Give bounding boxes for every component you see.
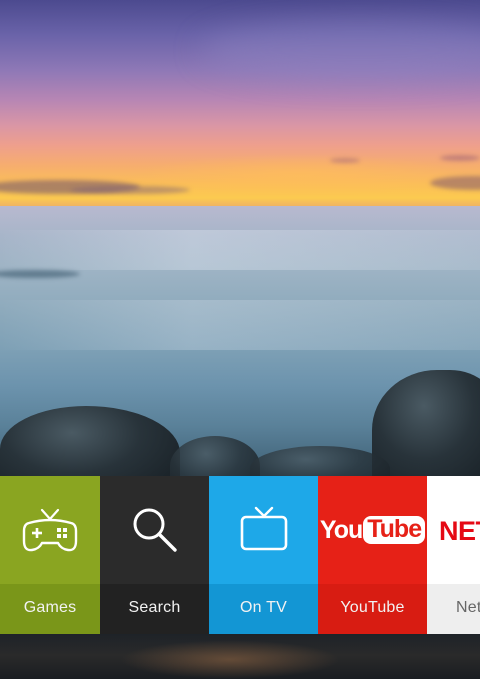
tile-label: Netflix: [456, 599, 480, 616]
youtube-logo-tube: Tube: [363, 516, 426, 544]
tile-youtube[interactable]: You Tube YouTube: [318, 476, 427, 634]
tv-icon: [209, 476, 318, 584]
tile-on-tv[interactable]: On TV: [209, 476, 318, 634]
tile-netflix[interactable]: NETFLIX Netflix: [427, 476, 480, 634]
youtube-logo-text: You: [319, 515, 363, 544]
tile-label-band: Netflix: [427, 584, 480, 634]
tile-label: YouTube: [340, 599, 405, 616]
cloud: [70, 186, 190, 194]
gamepad-icon: [0, 476, 100, 584]
tile-games[interactable]: Games: [0, 476, 100, 634]
cloud: [440, 155, 480, 161]
tile-search[interactable]: Search: [100, 476, 209, 634]
shore-light: [120, 640, 340, 679]
tile-label-band: Search: [100, 584, 209, 634]
magnifier-icon: [100, 476, 209, 584]
netflix-logo: NETFLIX: [439, 516, 480, 546]
mist: [0, 230, 480, 270]
cloud: [330, 158, 360, 163]
tile-label-band: On TV: [209, 584, 318, 634]
mist: [0, 300, 480, 350]
app-tile-bar: Games Search On TV You Tube YouTube NE N…: [0, 476, 480, 634]
tile-label: Search: [128, 599, 181, 616]
tile-label: Games: [23, 599, 77, 616]
tile-label: On TV: [240, 599, 287, 616]
tile-label-band: Games: [0, 584, 100, 634]
tile-label-band: YouTube: [318, 584, 427, 634]
youtube-logo: You Tube: [318, 476, 427, 584]
